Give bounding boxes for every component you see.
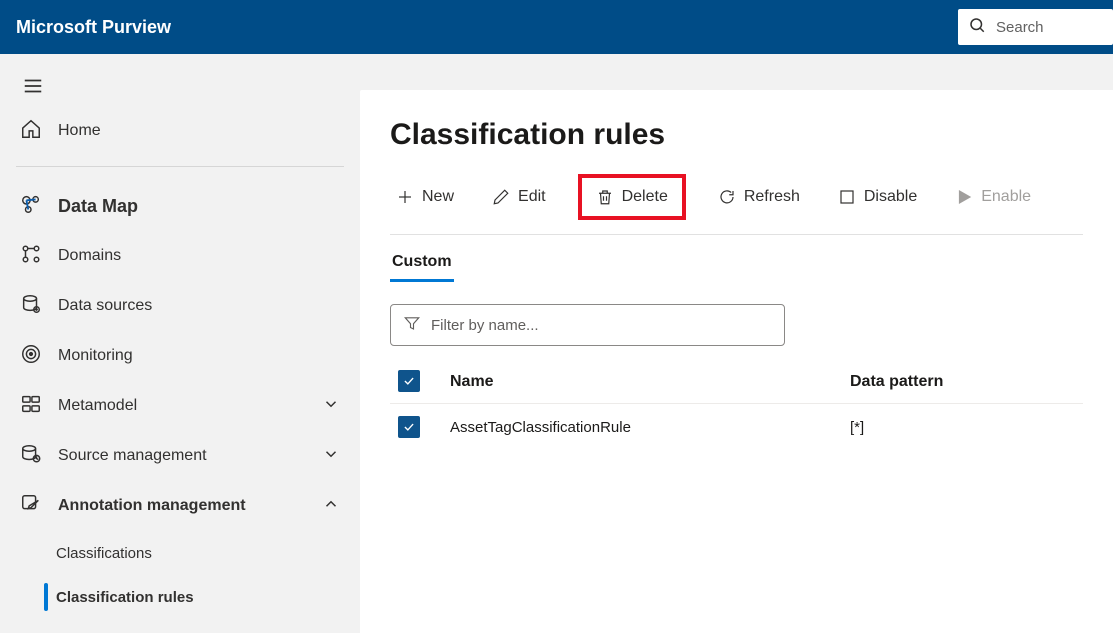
nav-monitoring[interactable]: Monitoring — [0, 331, 360, 381]
content-panel: Classification rules New Edit Delete Ref… — [360, 90, 1113, 633]
nav-domains[interactable]: Domains — [0, 231, 360, 281]
sidebar: Home Data Map Domains — [0, 54, 360, 633]
refresh-button-label: Refresh — [744, 188, 800, 206]
select-all-checkbox[interactable] — [398, 370, 420, 392]
home-icon — [20, 118, 42, 145]
edit-button-label: Edit — [518, 188, 546, 206]
subnav-classifications-label: Classifications — [56, 545, 152, 562]
enable-button: Enable — [949, 182, 1037, 212]
row-checkbox[interactable] — [398, 416, 420, 438]
monitoring-icon — [20, 343, 42, 370]
enable-button-label: Enable — [981, 188, 1031, 206]
edit-button[interactable]: Edit — [486, 182, 552, 212]
nav-data-sources[interactable]: Data sources — [0, 281, 360, 331]
nav-metamodel-label: Metamodel — [58, 397, 137, 415]
divider — [16, 166, 344, 167]
disable-button[interactable]: Disable — [832, 182, 923, 212]
subnav-classification-rules[interactable]: Classification rules — [56, 575, 360, 619]
metamodel-icon — [20, 393, 42, 420]
nav-data-sources-label: Data sources — [58, 297, 152, 315]
search-icon — [968, 16, 986, 39]
search-box[interactable] — [958, 9, 1113, 45]
nav-monitoring-label: Monitoring — [58, 347, 133, 365]
source-management-icon — [20, 443, 42, 470]
rules-table: Name Data pattern AssetTagClassification… — [390, 360, 1083, 450]
data-sources-icon — [20, 293, 42, 320]
nav-domains-label: Domains — [58, 247, 121, 265]
tabs: Custom — [390, 253, 1083, 282]
annotation-management-icon — [20, 493, 42, 520]
toolbar: New Edit Delete Refresh Disable — [390, 174, 1083, 235]
new-button[interactable]: New — [390, 182, 460, 212]
column-data-pattern-header[interactable]: Data pattern — [842, 360, 1083, 404]
nav-source-management-label: Source management — [58, 447, 207, 465]
filter-icon — [403, 314, 421, 337]
column-name-header[interactable]: Name — [442, 360, 842, 404]
nav-annotation-management-label: Annotation management — [58, 497, 246, 515]
hamburger-button[interactable] — [22, 72, 360, 100]
search-input[interactable] — [996, 19, 1103, 36]
nav-home[interactable]: Home — [0, 106, 360, 156]
data-map-icon — [20, 193, 42, 220]
nav-annotation-management[interactable]: Annotation management — [0, 481, 360, 531]
nav-home-label: Home — [58, 122, 101, 140]
subnav-classifications[interactable]: Classifications — [56, 531, 360, 575]
chevron-up-icon — [322, 495, 340, 518]
new-button-label: New — [422, 188, 454, 206]
filter-input[interactable] — [431, 317, 772, 334]
chevron-down-icon — [322, 445, 340, 468]
chevron-down-icon — [322, 395, 340, 418]
disable-button-label: Disable — [864, 188, 917, 206]
table-row[interactable]: AssetTagClassificationRule [*] — [390, 404, 1083, 451]
nav-section-label: Data Map — [58, 196, 138, 217]
delete-button-label: Delete — [622, 188, 668, 206]
nav-metamodel[interactable]: Metamodel — [0, 381, 360, 431]
subnav-classification-rules-label: Classification rules — [56, 589, 194, 606]
nav-source-management[interactable]: Source management — [0, 431, 360, 481]
delete-button[interactable]: Delete — [590, 182, 674, 212]
app-title: Microsoft Purview — [16, 17, 171, 38]
row-name-cell: AssetTagClassificationRule — [442, 404, 842, 451]
tab-custom[interactable]: Custom — [390, 253, 454, 282]
nav-section-data-map[interactable]: Data Map — [0, 181, 360, 231]
refresh-button[interactable]: Refresh — [712, 182, 806, 212]
top-bar: Microsoft Purview — [0, 0, 1113, 54]
domains-icon — [20, 243, 42, 270]
page-title: Classification rules — [390, 118, 1083, 152]
delete-highlight: Delete — [578, 174, 686, 220]
row-data-pattern-cell: [*] — [842, 404, 1083, 451]
filter-box[interactable] — [390, 304, 785, 346]
